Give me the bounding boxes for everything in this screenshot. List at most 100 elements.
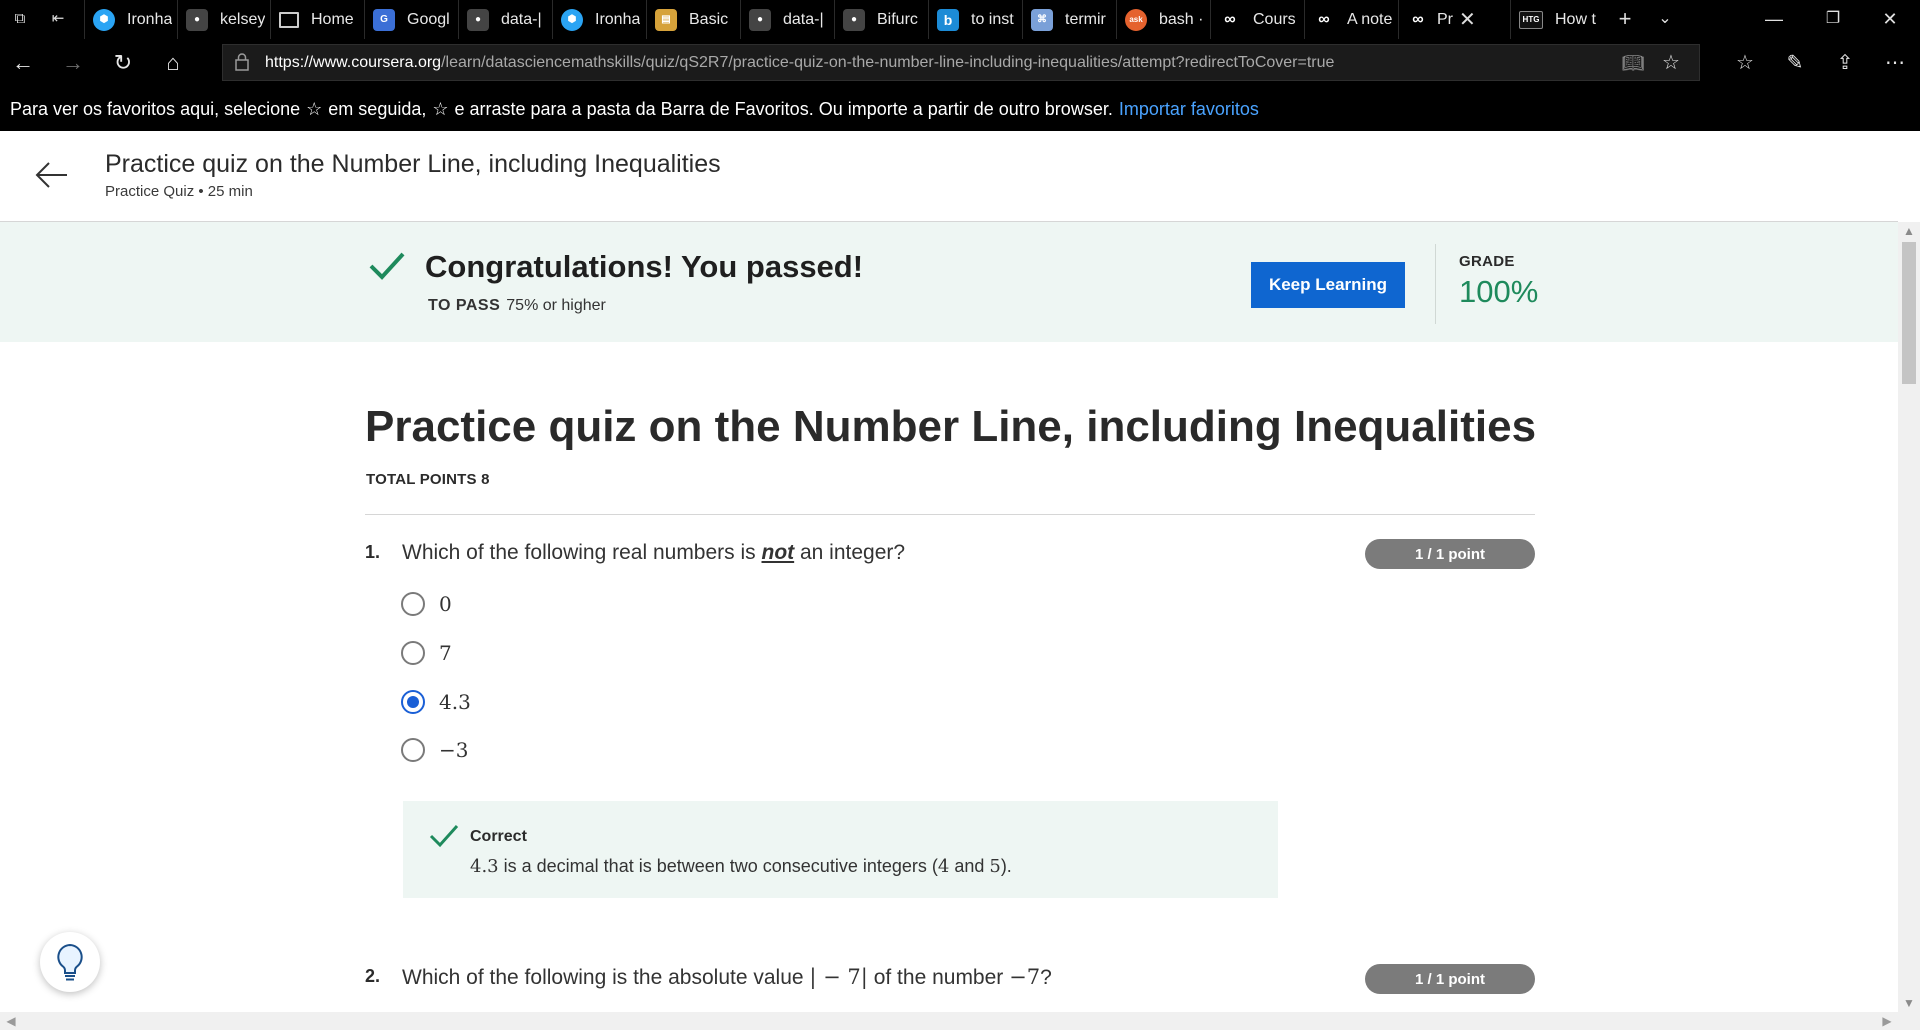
- browser-tab[interactable]: ∞ Cours: [1210, 0, 1304, 39]
- set-tabs-aside-icon[interactable]: ⇤: [48, 9, 68, 29]
- scroll-down-icon[interactable]: ▼: [1898, 994, 1920, 1012]
- favorites-message-2: em seguida,: [328, 98, 427, 119]
- favorites-hub-icon[interactable]: ☆: [1730, 49, 1760, 77]
- close-tab-icon[interactable]: ✕: [1459, 7, 1476, 32]
- tab-title: Basic: [689, 10, 729, 28]
- share-icon[interactable]: ⇪: [1830, 49, 1860, 77]
- scrollbar-thumb[interactable]: [1902, 242, 1916, 384]
- feedback-label: Correct: [470, 828, 527, 845]
- feedback-text-part: is a decimal that is between two consecu…: [498, 856, 938, 876]
- bing-icon: b: [937, 8, 959, 31]
- answer-option[interactable]: −3: [401, 735, 468, 765]
- browser-tab[interactable]: HTG How t: [1510, 0, 1604, 39]
- lightbulb-icon: [57, 943, 83, 981]
- tab-title: bash ·: [1159, 10, 1204, 28]
- favorites-message: Para ver os favoritos aqui, selecione: [10, 98, 301, 119]
- question-number: 2.: [365, 966, 381, 986]
- radio-button[interactable]: [401, 641, 425, 665]
- answer-feedback: Correct 4.3 is a decimal that is between…: [403, 801, 1278, 898]
- vertical-scrollbar[interactable]: ▲ ▼: [1898, 222, 1920, 1012]
- browser-tab[interactable]: b to inst: [928, 0, 1022, 39]
- radio-button-selected[interactable]: [401, 690, 425, 714]
- close-window-icon[interactable]: ✕: [1870, 6, 1910, 32]
- back-arrow-icon[interactable]: [34, 157, 70, 193]
- page-subtitle: Practice Quiz • 25 min: [105, 183, 253, 200]
- restore-icon[interactable]: ❐: [1813, 6, 1853, 32]
- math-value: 5: [989, 856, 1001, 877]
- page-title: Practice quiz on the Number Line, includ…: [105, 150, 721, 178]
- feedback-text-part: ).: [1000, 856, 1012, 876]
- math-value: 4.3: [470, 856, 499, 877]
- browser-tab-active[interactable]: ∞ Pr ✕: [1398, 0, 1510, 39]
- answer-option-selected[interactable]: 4.3: [401, 687, 471, 717]
- pen-icon[interactable]: ✎: [1780, 49, 1810, 77]
- browser-tab[interactable]: ∞ A note: [1304, 0, 1398, 39]
- coursera-icon: ∞: [1412, 10, 1424, 28]
- forward-icon[interactable]: →: [58, 49, 88, 77]
- help-button[interactable]: [40, 932, 100, 992]
- tab-actions-icon[interactable]: ⧉: [10, 9, 30, 29]
- ironhack-icon: ⬢: [93, 8, 115, 31]
- tab-list-chevron-icon[interactable]: ⌄: [1652, 6, 1678, 32]
- option-label: −3: [439, 738, 469, 762]
- answer-option[interactable]: 7: [401, 638, 452, 668]
- pass-message: Congratulations! You passed!: [425, 249, 864, 284]
- coursera-icon: ∞: [1318, 10, 1330, 28]
- new-tab-icon[interactable]: +: [1612, 6, 1638, 32]
- scroll-left-icon[interactable]: ◀: [2, 1012, 20, 1030]
- keep-learning-button[interactable]: Keep Learning: [1251, 262, 1405, 308]
- import-favorites-link[interactable]: Importar favoritos: [1119, 99, 1259, 120]
- browser-tab[interactable]: ● Bifurc: [834, 0, 928, 39]
- option-label: 7: [439, 641, 452, 665]
- grade-label: GRADE: [1459, 253, 1515, 270]
- answer-option[interactable]: 0: [401, 589, 452, 619]
- address-bar[interactable]: https://www.coursera.org/learn/datascien…: [222, 44, 1700, 81]
- browser-nav-bar: ← → ↻ ⌂ https://www.coursera.org/learn/d…: [0, 39, 1920, 87]
- points-badge: 1 / 1 point: [1365, 539, 1535, 569]
- home-icon[interactable]: ⌂: [158, 49, 188, 77]
- tab-title: Bifurc: [877, 10, 918, 28]
- reading-view-icon[interactable]: 📖︎: [1621, 51, 1645, 75]
- feedback-text-part: and: [949, 856, 990, 876]
- scroll-up-icon[interactable]: ▲: [1898, 222, 1920, 240]
- browser-tab[interactable]: G Googl: [364, 0, 458, 39]
- browser-tab[interactable]: ⬢ Ironha: [552, 0, 646, 39]
- browser-tab-bar: ⧉ ⇤ ⬢ Ironha ● kelsey Home G Googl ● dat…: [0, 0, 1920, 39]
- favorite-star-icon[interactable]: ☆: [1659, 51, 1683, 75]
- check-icon: [368, 250, 406, 282]
- browser-tab[interactable]: ⌘ termir: [1022, 0, 1116, 39]
- to-pass-value: 75% or higher: [506, 297, 606, 314]
- back-icon[interactable]: ←: [8, 49, 38, 77]
- browser-tab[interactable]: Home: [270, 0, 364, 39]
- page-icon: [279, 11, 299, 28]
- tab-title: Home: [311, 10, 354, 28]
- browser-tab[interactable]: ask bash ·: [1116, 0, 1210, 39]
- tab-title: Cours: [1253, 10, 1296, 28]
- browser-tab[interactable]: ⬢ Ironha: [84, 0, 177, 39]
- refresh-icon[interactable]: ↻: [108, 49, 138, 77]
- book-icon: ▤: [655, 8, 677, 31]
- question-text-part: an integer?: [794, 541, 906, 564]
- horizontal-scrollbar[interactable]: ◀ ▶: [0, 1012, 1898, 1030]
- minimize-icon[interactable]: —: [1754, 6, 1794, 32]
- more-icon[interactable]: ⋯: [1880, 49, 1910, 77]
- github-icon: ●: [467, 8, 489, 31]
- google-docs-icon: G: [373, 8, 395, 31]
- tab-title: termir: [1065, 10, 1106, 28]
- question-text-part: Which of the following real numbers is: [402, 541, 762, 564]
- tab-title: Ironha: [595, 10, 641, 28]
- htg-icon: HTG: [1519, 10, 1543, 29]
- points-badge: 1 / 1 point: [1365, 964, 1535, 994]
- tab-title: data-|: [783, 10, 824, 28]
- browser-tab[interactable]: ● data-|: [458, 0, 552, 39]
- option-label: 4.3: [439, 690, 471, 714]
- browser-tab[interactable]: ▤ Basic: [646, 0, 740, 39]
- tab-title: kelsey: [220, 10, 266, 28]
- radio-button[interactable]: [401, 592, 425, 616]
- browser-tab[interactable]: ● kelsey: [177, 0, 270, 39]
- terminal-icon: ⌘: [1031, 8, 1053, 31]
- math-value: | − 7|: [809, 965, 868, 989]
- browser-tab[interactable]: ● data-|: [740, 0, 834, 39]
- radio-button[interactable]: [401, 738, 425, 762]
- scroll-right-icon[interactable]: ▶: [1878, 1012, 1896, 1030]
